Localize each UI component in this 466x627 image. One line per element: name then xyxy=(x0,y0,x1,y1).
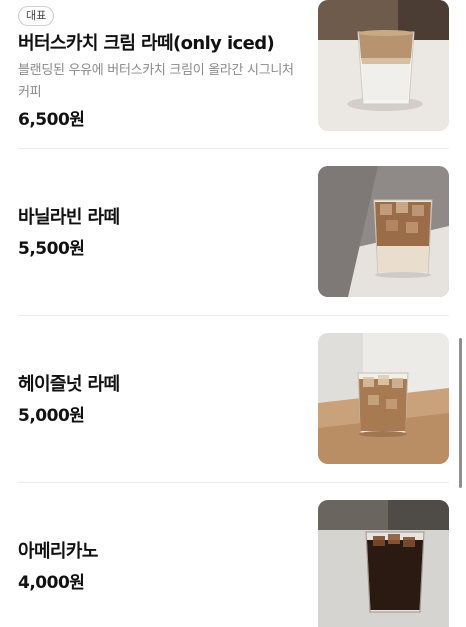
menu-divider xyxy=(18,315,449,316)
menu-divider xyxy=(18,148,449,149)
hazelnut-latte-photo xyxy=(318,333,449,464)
scrollbar-thumb[interactable] xyxy=(459,338,462,488)
menu-list: 대표 버터스카치 크림 라떼(only iced) 블랜딩된 우유에 버터스카치… xyxy=(0,0,466,627)
menu-item-name: 헤이즐넛 라떼 xyxy=(18,374,120,395)
americano-photo xyxy=(318,500,449,627)
menu-item-vanilla-bean-latte[interactable]: 바닐라빈 라떼 5,500원 xyxy=(0,166,466,298)
menu-item-price: 5,500원 xyxy=(18,239,85,259)
menu-item-americano[interactable]: 아메리카노 4,000원 xyxy=(0,500,466,627)
menu-item-hazelnut-latte[interactable]: 헤이즐넛 라떼 5,000원 xyxy=(0,333,466,465)
menu-item-price: 4,000원 xyxy=(18,573,85,593)
menu-item-butterscotch-cream-latte[interactable]: 대표 버터스카치 크림 라떼(only iced) 블랜딩된 우유에 버터스카치… xyxy=(0,0,466,150)
menu-item-info: 바닐라빈 라떼 5,500원 xyxy=(18,206,298,260)
menu-item-name: 바닐라빈 라떼 xyxy=(18,207,120,228)
menu-item-price: 6,500원 xyxy=(18,110,85,130)
menu-item-price: 5,000원 xyxy=(18,406,85,426)
signature-badge: 대표 xyxy=(18,6,55,26)
menu-item-name: 아메리카노 xyxy=(18,541,98,562)
menu-item-description: 블랜딩된 우유에 버터스카치 크림이 올라간 시그니처 커피 xyxy=(18,63,294,100)
menu-item-info: 대표 버터스카치 크림 라떼(only iced) 블랜딩된 우유에 버터스카치… xyxy=(18,4,298,131)
menu-item-name: 버터스카치 크림 라떼(only iced) xyxy=(18,33,275,54)
menu-item-info: 아메리카노 4,000원 xyxy=(18,540,298,594)
vanilla-bean-latte-photo xyxy=(318,166,449,297)
menu-item-info: 헤이즐넛 라떼 5,000원 xyxy=(18,373,298,427)
menu-divider xyxy=(18,482,449,483)
butterscotch-cream-latte-photo xyxy=(318,0,449,131)
